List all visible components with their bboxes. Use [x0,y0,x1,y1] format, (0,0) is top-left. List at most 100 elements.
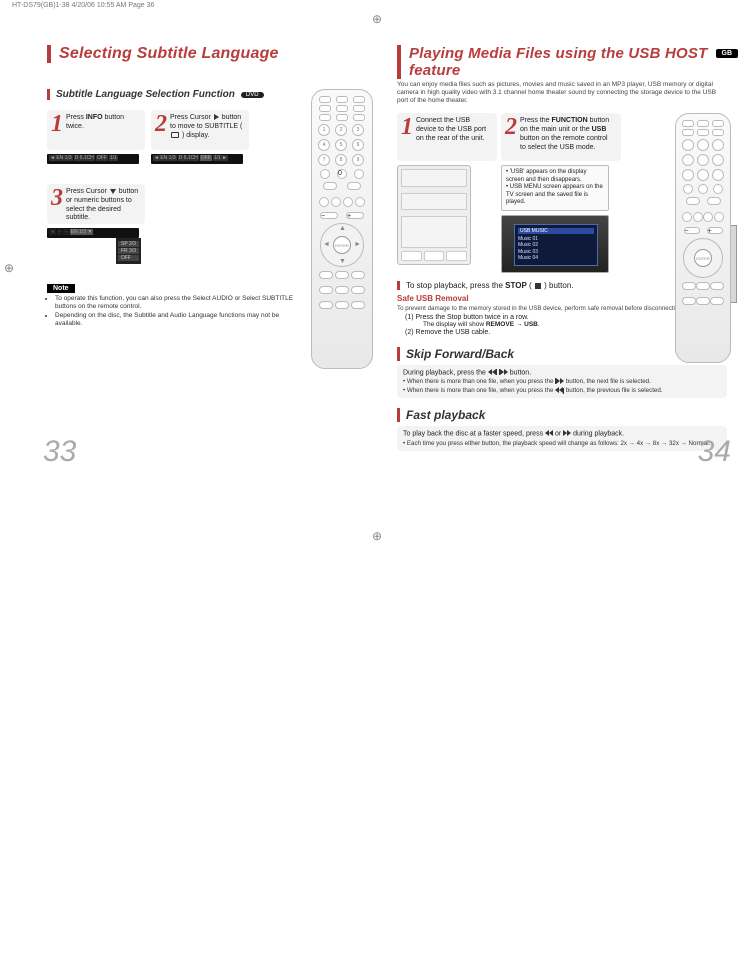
osd-dropdown-item: FR 3/3 [118,248,139,254]
sub-post: . [538,321,540,328]
osd-item: ◄ EN 1/3 [153,155,177,161]
osd-item: OFF [200,155,212,161]
sub-bold: REMOVE → USB [486,321,538,328]
osd-dropdown-item: OFF [118,255,139,261]
remote-dpad: ENTER ▲ ▼ ◄ ► [320,223,364,267]
cursor-right-icon [214,114,219,120]
skip-main-pre: During playback, press the [403,369,488,376]
osd-item: -- [63,229,68,235]
fast-box: To play back the disc at a faster speed,… [397,426,727,450]
step-text: Connect the USB device to the USB port o… [416,117,491,143]
step-number: 2 [155,114,167,136]
osd-item: EN 1/3 ▼ [70,229,94,235]
step-text: Press Cursor button or numeric buttons t… [66,188,139,223]
subtitle-icon [171,132,179,138]
page-title-bar: Playing Media Files using the USB HOST f… [397,45,727,79]
s2-pre: Press the [520,117,552,124]
fast-main-mid: or [553,431,563,438]
stop-mid: ( [527,281,534,290]
osd-item: -- [57,229,62,235]
step2-pre: Press Cursor [170,114,213,121]
step-2: 2 Press Cursor button to move to SUBTITL… [151,110,249,150]
page-number: 33 [43,435,76,469]
dvd-badge: DVD [241,92,264,98]
note-item: Depending on the disc, the Subtitle and … [55,312,305,329]
step-number: 2 [505,117,517,139]
step-number: 1 [401,117,413,139]
step-text: Press Cursor button to move to SUBTITLE … [170,114,243,140]
page-title: Selecting Subtitle Language [59,45,377,63]
remote-illustration: 123 456 789 0 −+ ENTER ▲ ▼ ◄ ► [311,89,373,369]
page-title: Playing Media Files using the USB HOST f… [409,45,727,79]
step2-post2: ) display. [180,132,209,139]
step1-bold: INFO [86,114,103,121]
intro-text: You can enjoy media files such as pictur… [397,81,727,105]
page-title-bar: Selecting Subtitle Language [47,45,377,63]
osd-item: ◄ EN 1/3 [49,155,73,161]
fast-main-pre: To play back the disc at a faster speed,… [403,431,545,438]
crop-mark-icon: ⊕ [372,13,384,25]
rewind-icon [545,430,553,437]
note-label: Note [47,284,75,293]
ol-idx: (2) [405,329,414,336]
osd-item: ◄ [49,229,56,235]
note-list: To operate this function, you can also p… [47,295,305,329]
ol-idx: (1) [405,314,414,321]
step3-pre: Press Cursor [66,188,109,195]
cursor-down-icon [110,189,116,194]
step-1: 1 Press INFO button twice. [47,110,145,150]
usb-step-2: 2 Press the FUNCTION button on the main … [501,113,621,161]
fast-main-post: during playback. [571,431,624,438]
stop-bold: STOP [505,281,527,290]
print-header: HT-DS79(GB)1-38 4/20/06 10:55 AM Page 36 [12,2,154,9]
crop-mark-icon: ⊕ [372,530,384,542]
enter-button-icon: ENTER [694,249,712,267]
usb-menu-header: USB MUSIC [518,228,594,234]
step-3: 3 Press Cursor button or numeric buttons… [47,184,145,224]
skip-fwd-icon [556,378,564,385]
remote-illustration: −+ ENTER [675,113,731,363]
stop-pre: To stop playback, press the [406,281,505,290]
tip-box: • 'USB' appears on the display screen an… [501,165,609,211]
section-title-bar: Subtitle Language Selection Function DVD [47,89,305,100]
s2-b1: FUNCTION [552,117,588,124]
remote-numpad: 123 456 789 [318,124,366,166]
fast-sub: Each time you press either button, the p… [407,440,710,447]
bar-icon [496,369,497,375]
fast-heading-bar: Fast playback [397,408,727,422]
fast-heading: Fast playback [406,408,485,422]
tip-item: 'USB' appears on the display screen and … [506,169,586,183]
note-item: To operate this function, you can also p… [55,295,305,312]
section-title: Subtitle Language Selection Function [56,89,235,100]
step1-pre: Press [66,114,86,121]
osd-display-2: ◄ EN 1/3D 5.1CHOFF1/1 ► [151,154,243,164]
page-34: Playing Media Files using the USB HOST f… [387,33,737,457]
step-text: Press INFO button twice. [66,114,139,132]
skip-box: During playback, press the button. • Whe… [397,365,727,399]
steps-row: 1 Press INFO button twice. ◄ EN 1/3D 5.1… [47,110,305,164]
usb-menu: USB MUSIC Music 01 Music 02 Music 03 Mus… [514,224,598,266]
step-number: 1 [51,114,63,136]
osd-item: 1/1 ► [213,155,228,161]
osd-item: D 5.1CH [74,155,95,161]
sub-pre: The display will show [423,321,486,328]
usb-menu-item: Music 04 [518,255,594,262]
usb-step-1: 1 Connect the USB device to the USB port… [397,113,497,161]
osd-dropdown-item: SP 2/3 [118,241,139,247]
device-rear-illustration [397,165,471,265]
osd-item: 1/1 [109,155,118,161]
skip-fwd-icon [500,369,508,376]
ol-text: Remove the USB cable. [416,329,491,336]
stop-icon [535,283,541,289]
skip-sub1-post: button, the next file is selected. [564,378,651,385]
skip-back-icon [488,369,496,376]
osd-display-1: ◄ EN 1/3D 5.1CHOFF1/1 [47,154,139,164]
skip-heading: Skip Forward/Back [406,347,514,361]
s2-post: button on the remote control to select t… [520,135,608,151]
skip-back-icon [555,387,563,394]
stop-post: ) button. [542,281,574,290]
page-33: Selecting Subtitle Language Subtitle Lan… [37,33,387,457]
page-spread: Selecting Subtitle Language Subtitle Lan… [37,33,737,457]
step-number: 3 [51,188,63,210]
step-text: Press the FUNCTION button on the main un… [520,117,615,152]
